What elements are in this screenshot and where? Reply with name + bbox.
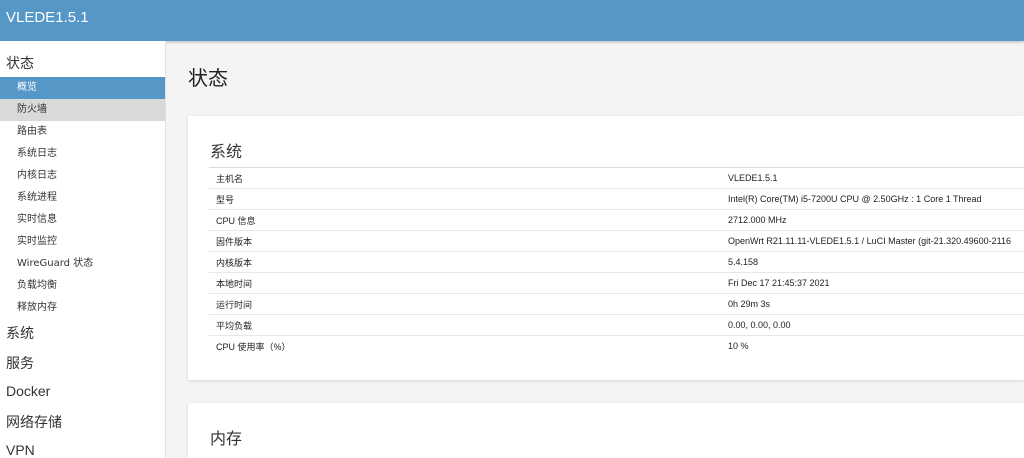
table-row: 固件版本 OpenWrt R21.11.11-VLEDE1.5.1 / LuCI … bbox=[209, 230, 1024, 252]
memory-section-title: 内存 bbox=[210, 429, 243, 448]
page-title: 状态 bbox=[188, 66, 228, 90]
table-row: 主机名 VLEDE1.5.1 bbox=[209, 167, 1024, 189]
table-row: 运行时间 0h 29m 3s bbox=[209, 293, 1024, 315]
memory-card: 内存 bbox=[188, 403, 1024, 458]
sidebar-item-kernel-log[interactable]: 内核日志 bbox=[0, 165, 165, 187]
menu-network-storage[interactable]: 网络存储 bbox=[6, 412, 62, 432]
sidebar-item-label: 释放内存 bbox=[17, 302, 57, 313]
sidebar-item-overview[interactable]: 概览 bbox=[0, 77, 165, 99]
row-value: 0h 29m 3s bbox=[721, 293, 1024, 315]
top-header: VLEDE1.5.1 bbox=[0, 0, 1024, 41]
row-key: 平均负载 bbox=[209, 314, 721, 336]
row-key: CPU 使用率（%） bbox=[209, 335, 721, 356]
row-key: 内核版本 bbox=[209, 251, 721, 273]
system-info-table: 主机名 VLEDE1.5.1 型号 Intel(R) Core(TM) i5-720… bbox=[209, 167, 1024, 356]
table-row: 型号 Intel(R) Core(TM) i5-7200U CPU @ 2.50G… bbox=[209, 188, 1024, 210]
sidebar-item-label: 系统日志 bbox=[17, 148, 57, 159]
sidebar-item-label: 防火墙 bbox=[17, 104, 47, 115]
menu-docker[interactable]: Docker bbox=[6, 383, 50, 399]
sidebar-item-routes[interactable]: 路由表 bbox=[0, 121, 165, 143]
row-value: 2712.000 MHz bbox=[721, 209, 1024, 231]
sidebar-item-label: 系统进程 bbox=[17, 192, 57, 203]
menu-status[interactable]: 状态 bbox=[6, 53, 34, 73]
system-section-title: 系统 bbox=[210, 142, 243, 161]
sidebar-item-processes[interactable]: 系统进程 bbox=[0, 187, 165, 209]
table-row: CPU 信息 2712.000 MHz bbox=[209, 209, 1024, 231]
sidebar-item-label: WireGuard 状态 bbox=[17, 258, 94, 269]
row-value: 0.00, 0.00, 0.00 bbox=[721, 314, 1024, 336]
row-value: VLEDE1.5.1 bbox=[721, 167, 1024, 189]
sidebar-item-firewall[interactable]: 防火墙 bbox=[0, 99, 165, 121]
sidebar-item-free-memory[interactable]: 释放内存 bbox=[0, 297, 165, 319]
row-key: 固件版本 bbox=[209, 230, 721, 252]
menu-services[interactable]: 服务 bbox=[6, 353, 34, 373]
row-value: 5.4.158 bbox=[721, 251, 1024, 273]
row-value: Fri Dec 17 21:45:37 2021 bbox=[721, 272, 1024, 294]
table-row: 平均负载 0.00, 0.00, 0.00 bbox=[209, 314, 1024, 336]
sidebar-item-label: 内核日志 bbox=[17, 170, 57, 181]
sidebar-item-label: 负载均衡 bbox=[17, 280, 57, 291]
sidebar-item-syslog[interactable]: 系统日志 bbox=[0, 143, 165, 165]
row-value: OpenWrt R21.11.11-VLEDE1.5.1 / LuCI Mast… bbox=[721, 230, 1024, 252]
row-value: Intel(R) Core(TM) i5-7200U CPU @ 2.50GHz… bbox=[721, 188, 1024, 210]
sidebar-item-label: 实时监控 bbox=[17, 236, 57, 247]
table-row: 本地时间 Fri Dec 17 21:45:37 2021 bbox=[209, 272, 1024, 294]
sidebar-item-label: 实时信息 bbox=[17, 214, 57, 225]
row-key: 主机名 bbox=[209, 167, 721, 189]
menu-system[interactable]: 系统 bbox=[6, 323, 34, 343]
table-row: 内核版本 5.4.158 bbox=[209, 251, 1024, 273]
row-key: CPU 信息 bbox=[209, 209, 721, 231]
row-key: 运行时间 bbox=[209, 293, 721, 315]
sidebar-item-realtime-info[interactable]: 实时信息 bbox=[0, 209, 165, 231]
menu-vpn[interactable]: VPN bbox=[6, 442, 35, 458]
sidebar-item-realtime-monitor[interactable]: 实时监控 bbox=[0, 231, 165, 253]
row-value: 10 % bbox=[721, 335, 1024, 356]
table-row: CPU 使用率（%） 10 % bbox=[209, 335, 1024, 356]
sidebar-item-label: 概览 bbox=[17, 82, 37, 93]
system-card: 系统 主机名 VLEDE1.5.1 型号 Intel(R) Core(TM) i5-… bbox=[188, 116, 1024, 380]
row-key: 本地时间 bbox=[209, 272, 721, 294]
brand-link[interactable]: VLEDE1.5.1 bbox=[6, 9, 89, 26]
sidebar-item-label: 路由表 bbox=[17, 126, 47, 137]
sidebar: 状态 概览 防火墙 路由表 系统日志 内核日志 系统进程 实时信息 实时监控 W… bbox=[0, 41, 166, 458]
sidebar-item-wireguard[interactable]: WireGuard 状态 bbox=[0, 253, 165, 275]
row-key: 型号 bbox=[209, 188, 721, 210]
sidebar-item-load-balance[interactable]: 负载均衡 bbox=[0, 275, 165, 297]
